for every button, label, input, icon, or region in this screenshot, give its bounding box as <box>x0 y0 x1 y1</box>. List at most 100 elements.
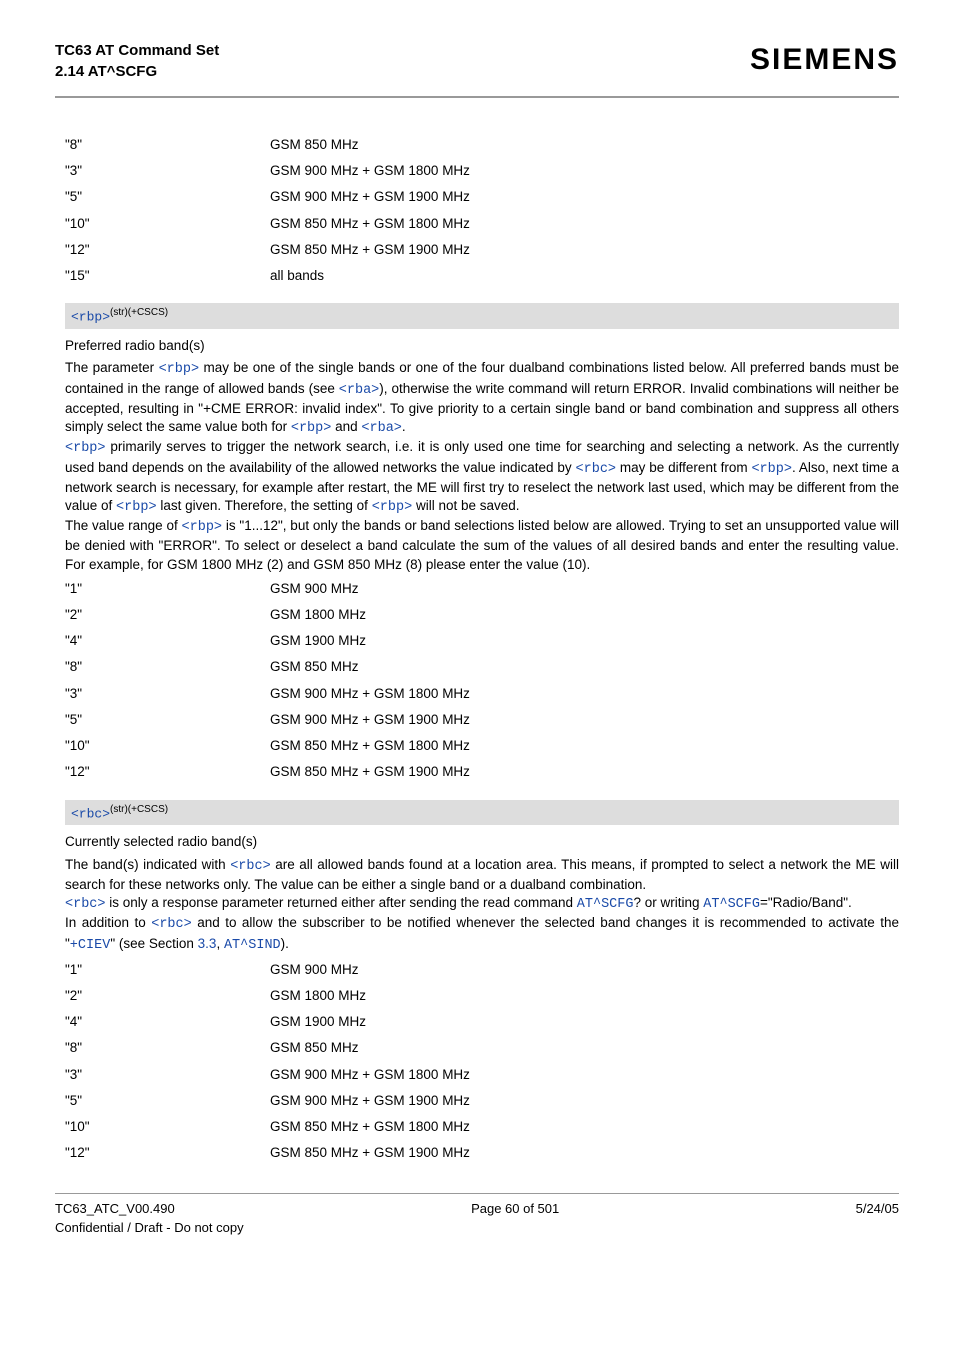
band-val: GSM 1800 MHz <box>270 987 366 1005</box>
band-row: "4"GSM 1900 MHz <box>65 632 899 650</box>
band-row: "5"GSM 900 MHz + GSM 1900 MHz <box>65 188 899 206</box>
band-key: "2" <box>65 606 270 624</box>
band-row: "12"GSM 850 MHz + GSM 1900 MHz <box>65 1144 899 1162</box>
band-key: "12" <box>65 763 270 781</box>
band-key: "1" <box>65 580 270 598</box>
param-bar-rbc: <rbc>(str)(+CSCS) <box>65 800 899 826</box>
rbp-link[interactable]: <rbp> <box>159 362 200 377</box>
band-val: GSM 900 MHz + GSM 1900 MHz <box>270 711 470 729</box>
band-val: GSM 900 MHz + GSM 1900 MHz <box>270 1092 470 1110</box>
band-key: "5" <box>65 711 270 729</box>
band-val: GSM 850 MHz <box>270 136 359 154</box>
band-row: "5"GSM 900 MHz + GSM 1900 MHz <box>65 711 899 729</box>
band-key: "4" <box>65 1013 270 1031</box>
band-row: "3"GSM 900 MHz + GSM 1800 MHz <box>65 162 899 180</box>
band-row: "5"GSM 900 MHz + GSM 1900 MHz <box>65 1092 899 1110</box>
band-key: "4" <box>65 632 270 650</box>
band-row: "2"GSM 1800 MHz <box>65 606 899 624</box>
band-val: GSM 850 MHz <box>270 658 359 676</box>
atscfg-link[interactable]: AT^SCFG <box>577 897 634 912</box>
rbc-link[interactable]: <rbc> <box>576 462 617 477</box>
rba-link[interactable]: <rba> <box>361 421 402 436</box>
band-row: "10"GSM 850 MHz + GSM 1800 MHz <box>65 1118 899 1136</box>
rbp-para3: The value range of <rbp> is "1...12", bu… <box>65 517 899 574</box>
rbp-link[interactable]: <rbp> <box>65 441 106 456</box>
rbc-para3: In addition to <rbc> and to allow the su… <box>65 914 899 954</box>
footer-docid: TC63_ATC_V00.490 <box>55 1200 175 1218</box>
band-val: GSM 850 MHz + GSM 1800 MHz <box>270 1118 470 1136</box>
page-content: "8"GSM 850 MHz "3"GSM 900 MHz + GSM 1800… <box>55 136 899 1163</box>
rbp-link[interactable]: <rbp> <box>372 500 413 515</box>
band-val: GSM 1900 MHz <box>270 632 366 650</box>
footer-block: TC63_ATC_V00.490 Page 60 of 501 5/24/05 … <box>55 1193 899 1237</box>
band-row: "15"all bands <box>65 267 899 285</box>
band-val: GSM 850 MHz + GSM 1900 MHz <box>270 763 470 781</box>
rbc-link[interactable]: <rbc> <box>151 917 192 932</box>
band-val: GSM 900 MHz <box>270 580 359 598</box>
band-row: "3"GSM 900 MHz + GSM 1800 MHz <box>65 685 899 703</box>
rbp-band-list: "1"GSM 900 MHz "2"GSM 1800 MHz "4"GSM 19… <box>65 580 899 782</box>
param-name: <rbp> <box>71 310 110 325</box>
atsind-link[interactable]: AT^SIND <box>224 938 281 953</box>
footer-page: Page 60 of 501 <box>471 1200 559 1218</box>
band-row: "12"GSM 850 MHz + GSM 1900 MHz <box>65 763 899 781</box>
rbc-band-list: "1"GSM 900 MHz "2"GSM 1800 MHz "4"GSM 19… <box>65 961 899 1163</box>
rbp-para2: <rbp> primarily serves to trigger the ne… <box>65 438 899 517</box>
rbp-para1: The parameter <rbp> may be one of the si… <box>65 359 899 438</box>
band-key: "3" <box>65 162 270 180</box>
band-val: all bands <box>270 267 324 285</box>
band-val: GSM 900 MHz + GSM 1900 MHz <box>270 188 470 206</box>
param-sup: (str)(+CSCS) <box>110 804 168 815</box>
rbc-para1: The band(s) indicated with <rbc> are all… <box>65 856 899 894</box>
band-row: "10"GSM 850 MHz + GSM 1800 MHz <box>65 215 899 233</box>
band-val: GSM 850 MHz <box>270 1039 359 1057</box>
band-row: "12"GSM 850 MHz + GSM 1900 MHz <box>65 241 899 259</box>
rbp-link[interactable]: <rbp> <box>291 421 332 436</box>
band-val: GSM 900 MHz <box>270 961 359 979</box>
band-key: "8" <box>65 658 270 676</box>
band-row: "8"GSM 850 MHz <box>65 1039 899 1057</box>
rbc-link[interactable]: <rbc> <box>230 859 271 874</box>
doc-title: TC63 AT Command Set <box>55 40 219 61</box>
band-key: "3" <box>65 1066 270 1084</box>
band-row: "2"GSM 1800 MHz <box>65 987 899 1005</box>
band-key: "10" <box>65 215 270 233</box>
band-val: GSM 900 MHz + GSM 1800 MHz <box>270 1066 470 1084</box>
header-title-block: TC63 AT Command Set 2.14 AT^SCFG <box>55 40 219 82</box>
band-row: "1"GSM 900 MHz <box>65 961 899 979</box>
band-key: "10" <box>65 1118 270 1136</box>
rba-link[interactable]: <rba> <box>339 383 380 398</box>
band-key: "12" <box>65 241 270 259</box>
band-key: "5" <box>65 188 270 206</box>
band-row: "8"GSM 850 MHz <box>65 136 899 154</box>
band-key: "15" <box>65 267 270 285</box>
footer-date: 5/24/05 <box>856 1200 899 1218</box>
band-row: "8"GSM 850 MHz <box>65 658 899 676</box>
param-name: <rbc> <box>71 806 110 821</box>
param-sup: (str)(+CSCS) <box>110 307 168 318</box>
rbp-title: Preferred radio band(s) <box>65 337 899 355</box>
band-val: GSM 850 MHz + GSM 1800 MHz <box>270 737 470 755</box>
band-val: GSM 1800 MHz <box>270 606 366 624</box>
atscfg-link[interactable]: AT^SCFG <box>703 897 760 912</box>
band-key: "2" <box>65 987 270 1005</box>
band-val: GSM 900 MHz + GSM 1800 MHz <box>270 162 470 180</box>
top-band-list: "8"GSM 850 MHz "3"GSM 900 MHz + GSM 1800… <box>65 136 899 285</box>
section-link[interactable]: 3.3 <box>198 936 217 951</box>
rbc-link[interactable]: <rbc> <box>65 897 106 912</box>
band-row: "3"GSM 900 MHz + GSM 1800 MHz <box>65 1066 899 1084</box>
rbc-para2: <rbc> is only a response parameter retur… <box>65 894 899 914</box>
band-key: "8" <box>65 136 270 154</box>
rbp-link[interactable]: <rbp> <box>182 520 223 535</box>
band-key: "10" <box>65 737 270 755</box>
param-bar-rbp: <rbp>(str)(+CSCS) <box>65 303 899 329</box>
ciev-link[interactable]: +CIEV <box>70 938 111 953</box>
band-row: "4"GSM 1900 MHz <box>65 1013 899 1031</box>
band-val: GSM 1900 MHz <box>270 1013 366 1031</box>
page-header: TC63 AT Command Set 2.14 AT^SCFG SIEMENS <box>55 40 899 98</box>
band-key: "3" <box>65 685 270 703</box>
band-val: GSM 850 MHz + GSM 1900 MHz <box>270 241 470 259</box>
band-val: GSM 900 MHz + GSM 1800 MHz <box>270 685 470 703</box>
rbp-link[interactable]: <rbp> <box>116 500 157 515</box>
rbp-link[interactable]: <rbp> <box>751 462 792 477</box>
